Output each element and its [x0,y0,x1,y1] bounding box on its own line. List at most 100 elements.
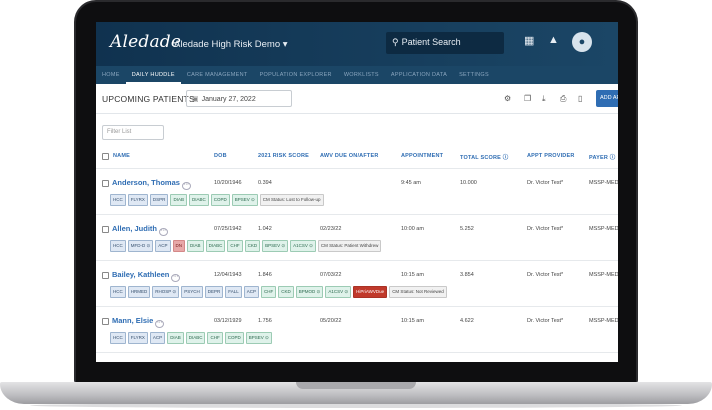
bell-icon[interactable]: ▲ [548,34,559,46]
tag-badge[interactable]: A1CSV ⊙ [325,286,352,298]
tag-badge[interactable]: HRMED [127,286,151,298]
print-icon[interactable]: ⎙ [560,94,566,104]
add-appointment-button[interactable]: ADD APPT [596,90,618,107]
col-total-score[interactable]: TOTAL SCORE ⓘ [460,153,508,161]
col-dob[interactable]: DOB [214,153,227,159]
user-avatar[interactable]: ● [572,32,592,52]
filter-input[interactable]: Filter List [102,125,164,140]
comment-icon[interactable]: ··· [155,320,165,328]
col-risk-score[interactable]: 2021 RISK SCORE [258,153,309,159]
nav-item-application-data[interactable]: APPLICATION DATA [385,66,453,84]
apps-grid-icon[interactable]: ▦ [524,34,534,47]
tag-badge[interactable]: DIABC [205,240,226,252]
cell-payer: MSSP-MEDICARE [589,272,618,278]
col-payer[interactable]: PAYER ⓘ [589,153,615,161]
row-checkbox[interactable] [102,226,109,233]
cell-total: 3.854 [460,272,474,278]
patient-name[interactable]: Bailey, Kathleen ··· [112,270,181,282]
app-screen: Aledade Aledade High Risk Demo ▾ ⚲ Patien… [96,22,618,362]
patient-name-text: Mann, Elsie [112,316,154,325]
tag-badge[interactable]: FLYRX [127,332,148,344]
tag-badge[interactable]: BPSEV ⊙ [262,240,289,252]
tag-badge[interactable]: CHF [261,286,277,298]
tag-badge[interactable]: COPD [210,194,230,206]
tag-badge[interactable]: DSPR [149,194,169,206]
tag-badge[interactable]: ACP [155,240,171,252]
col-appointment[interactable]: APPOINTMENT [401,153,443,159]
tag-badge[interactable]: CM Status: Patient Withdrew [317,240,382,252]
nav-item-daily-huddle[interactable]: DAILY HUDDLE [125,66,181,84]
patient-row[interactable]: Bailey, Kathleen ··· 12/04/1943 1.846 07/03/… [96,260,618,306]
tag-badge[interactable]: CHF [227,240,243,252]
row-checkbox[interactable] [102,180,109,187]
nav-item-population-explorer[interactable]: POPULATION EXPLORER [254,66,338,84]
nav-item-home[interactable]: HOME [96,66,126,84]
tag-badge[interactable]: FALL [225,286,242,298]
nav-item-worklists[interactable]: WORKLISTS [338,66,385,84]
info-icon: ⓘ [502,155,509,161]
tag-badge[interactable]: HCC [110,194,126,206]
tag-badge[interactable]: PSYCH [181,286,203,298]
aledade-logo[interactable]: Aledade [110,32,181,52]
col-name[interactable]: NAME [113,153,130,159]
patient-search[interactable]: ⚲ Patient Search [386,32,504,54]
tag-badge[interactable]: DIAB [170,194,187,206]
tag-badge[interactable]: ACP [243,286,260,298]
patient-row[interactable]: Anderson, Thomas ··· 10/20/1946 0.394 9:45 a… [96,168,618,214]
org-selector[interactable]: Aledade High Risk Demo ▾ [174,39,288,50]
tag-badge[interactable]: HCC [110,286,126,298]
nav-item-settings[interactable]: SETTINGS [453,66,495,84]
row-checkbox[interactable] [102,318,109,325]
patient-name[interactable]: Mann, Elsie ··· [112,316,165,328]
select-all-checkbox[interactable] [102,153,109,160]
comment-icon[interactable]: ··· [171,274,181,282]
tag-badge[interactable]: COPD [224,332,244,344]
tag-badge[interactable]: CHF [207,332,223,344]
copy-icon[interactable]: ❐ [524,94,531,103]
comment-icon[interactable]: ··· [181,182,191,190]
date-picker[interactable]: ▣ January 27, 2022 [186,90,292,107]
patient-name[interactable]: Allen, Judith ··· [112,224,168,236]
tag-badge[interactable]: BPMOD ⊙ [295,286,324,298]
tag-list: HCC FLYRX DSPR DIAB DIABC COPD BPSEV ⊙ CM Statu… [110,194,324,206]
tag-badge[interactable]: DIABC [185,332,206,344]
cell-payer: MSSP-MEDICARE [589,180,618,186]
trash-icon[interactable]: ▯ [578,94,582,103]
cell-provider: Dr. Victor Test* [527,272,564,278]
tag-badge[interactable]: BPSEV ⊙ [245,332,272,344]
tag-badge[interactable]: DEPR [204,286,224,298]
tag-badge[interactable]: BPSEV ⊙ [231,194,258,206]
tag-badge[interactable]: DIAB [187,240,204,252]
tag-badge[interactable]: FLYRX [127,194,148,206]
tag-badge[interactable]: ACP [149,332,166,344]
cell-dob: 03/12/1929 [214,318,242,324]
patient-row[interactable]: Allen, Judith ··· 07/25/1942 1.042 02/23/22 1… [96,214,618,260]
tag-badge[interactable]: HCC [110,332,126,344]
cell-appt: 10:15 am [401,272,424,278]
row-checkbox[interactable] [102,272,109,279]
tag-badge[interactable]: DIAB [167,332,184,344]
gear-icon[interactable]: ⚙ [504,94,511,103]
col-awv-due[interactable]: AWV DUE ON/AFTER [320,153,379,159]
tag-badge[interactable]: CKD [278,286,294,298]
download-icon[interactable]: ⤓ [542,94,546,104]
tag-badge[interactable]: MFD-D ⊙ [127,240,154,252]
tag-badge[interactable]: HiPriAWVDue [353,286,388,298]
patient-row[interactable]: Grant, Edith···02/27/19470.38610:15 am4.… [96,352,618,362]
cell-total: 4.622 [460,318,474,324]
tag-list: HCC FLYRX ACP DIAB DIABC CHF COPD BPSEV ⊙ [110,332,272,344]
laptop-frame: Aledade Aledade High Risk Demo ▾ ⚲ Patien… [0,0,712,410]
nav-item-care-management[interactable]: CARE MANAGEMENT [181,66,254,84]
tag-badge[interactable]: HCC [110,240,126,252]
tag-badge[interactable]: DN [172,240,186,252]
comment-icon[interactable]: ··· [159,228,168,236]
patient-name[interactable]: Anderson, Thomas ··· [112,178,191,190]
patient-row[interactable]: Mann, Elsie ··· 03/12/1929 1.756 05/20/22 10:… [96,306,618,352]
tag-badge[interactable]: CKD [244,240,261,252]
tag-badge[interactable]: RHOSP ⊙ [152,286,180,298]
tag-badge[interactable]: A1CSV ⊙ [290,240,316,252]
tag-badge[interactable]: DIABC [188,194,209,206]
col-appt-provider[interactable]: APPT PROVIDER [527,153,575,159]
tag-badge[interactable]: CM Status: Not Reviewed [389,286,447,298]
tag-badge[interactable]: CM Status: Lost to Follow-up [259,194,324,206]
